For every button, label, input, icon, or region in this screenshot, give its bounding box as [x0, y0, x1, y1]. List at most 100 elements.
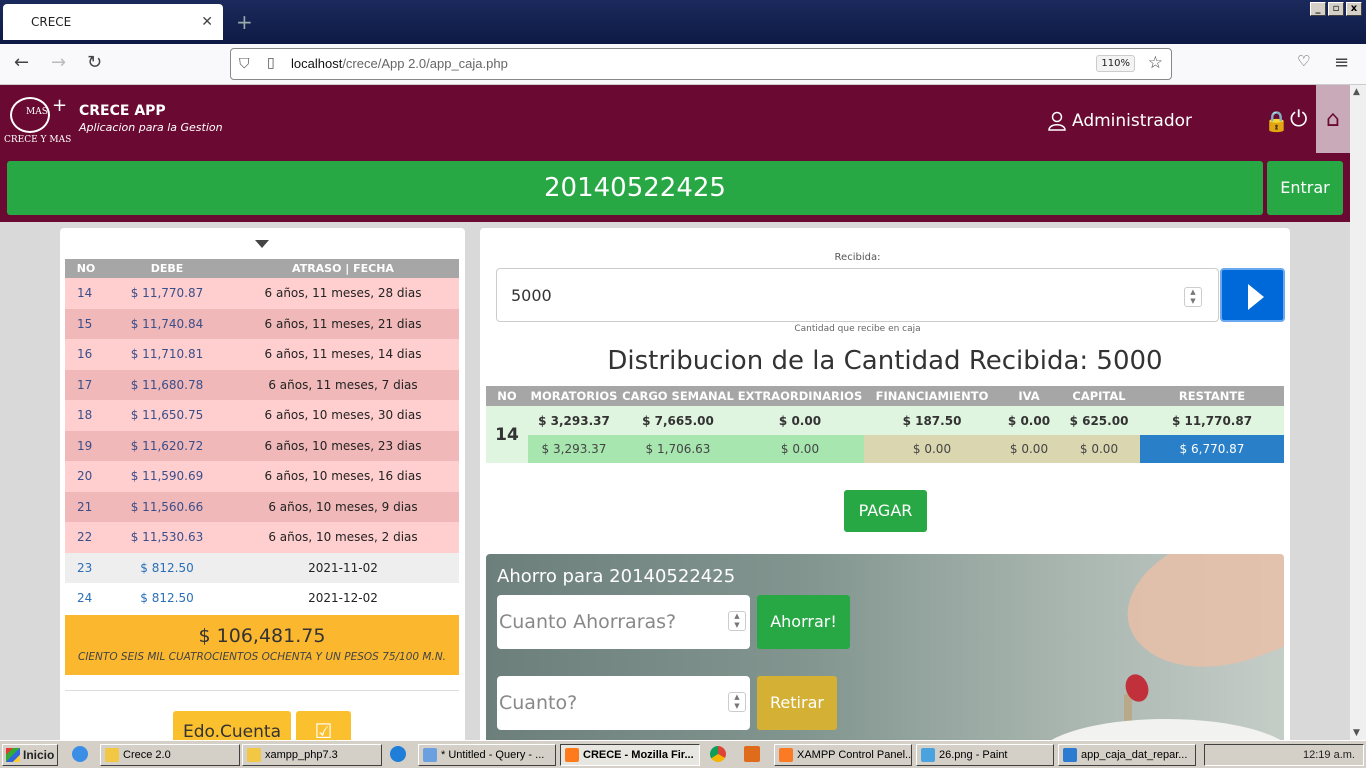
clock: 12:19 a.m.	[1303, 749, 1355, 761]
payment-row[interactable]: 17 $ 11,680.78 6 años, 11 meses, 7 dias	[65, 369, 459, 400]
payment-debe: $ 11,770.87	[107, 278, 227, 309]
payment-info: 6 años, 11 meses, 28 dias	[227, 278, 459, 309]
taskbar-item-label: xampp_php7.3	[265, 749, 338, 761]
minimize-icon[interactable]: _	[1310, 2, 1326, 16]
payment-no: 20	[65, 461, 107, 492]
savings-section: Ahorro para 20140522425 Cuanto Ahorraras…	[486, 554, 1284, 748]
payment-row[interactable]: 20 $ 11,590.69 6 años, 10 meses, 16 dias	[65, 461, 459, 492]
shield-icon[interactable]: ⛉	[239, 56, 250, 72]
withdraw-button[interactable]: Retirar	[757, 676, 837, 730]
payment-row[interactable]: 24 $ 812.50 2021-12-02	[65, 583, 459, 614]
app-header: MAS + CRECE Y MAS CRECE APP Aplicacion p…	[0, 85, 1350, 155]
dist-paid-cell: $ 6,770.87	[1140, 435, 1284, 463]
user-menu[interactable]: Administrador	[1048, 111, 1192, 131]
reload-icon[interactable]: ↻	[87, 52, 102, 73]
received-stepper[interactable]: ▲ ▼	[1184, 287, 1202, 307]
pocket-icon[interactable]: ♡	[1297, 52, 1310, 70]
payment-row[interactable]: 16 $ 11,710.81 6 años, 11 meses, 14 dias	[65, 339, 459, 370]
payment-row[interactable]: 14 $ 11,770.87 6 años, 11 meses, 28 dias	[65, 278, 459, 309]
enter-button[interactable]: Entrar	[1267, 161, 1343, 215]
restore-icon[interactable]: ▫	[1328, 2, 1344, 16]
start-button[interactable]: Inicio	[2, 744, 58, 766]
payment-row[interactable]: 15 $ 11,740.84 6 años, 11 meses, 21 dias	[65, 308, 459, 339]
received-input[interactable]: 5000 ▲ ▼	[496, 268, 1219, 322]
home-button[interactable]: ⌂	[1316, 85, 1350, 153]
payment-row[interactable]: 18 $ 11,650.75 6 años, 10 meses, 30 dias	[65, 400, 459, 431]
payment-debe: $ 11,710.81	[107, 339, 227, 370]
browser-nav-bar: ← → ↻ ⛉ ▯ localhost/crece/App 2.0/app_ca…	[0, 44, 1366, 85]
save-amount-input[interactable]: Cuanto Ahorraras? ▲ ▼	[497, 595, 750, 649]
lock-icon[interactable]: 🔒	[1264, 109, 1289, 133]
scroll-up-icon[interactable]: ▲	[1353, 87, 1360, 97]
col-atraso: ATRASO | FECHA	[227, 259, 459, 278]
payment-debe: $ 11,560.66	[107, 491, 227, 522]
savings-title: Ahorro para 20140522425	[497, 566, 736, 587]
total-amount: $ 106,481.75	[198, 625, 326, 647]
caret-down-icon[interactable]	[255, 240, 269, 248]
dist-paid-cell: $ 1,706.63	[620, 435, 736, 463]
payment-row[interactable]: 23 $ 812.50 2021-11-02	[65, 552, 459, 583]
taskbar-item[interactable]: app_caja_dat_repar...	[1058, 744, 1196, 766]
taskbar-item[interactable]: * Untitled - Query - ...	[418, 744, 556, 766]
taskbar-item[interactable]: XAMPP Control Panel...	[774, 744, 912, 766]
power-icon[interactable]: ⏻	[1290, 107, 1307, 132]
withdraw-amount-input[interactable]: Cuanto? ▲ ▼	[497, 676, 750, 730]
menu-icon[interactable]: ≡	[1334, 52, 1349, 73]
app-title: CRECE APP	[79, 103, 166, 119]
dist-due-cell: $ 0.00	[1000, 406, 1058, 435]
payment-no: 15	[65, 308, 107, 339]
new-tab-icon[interactable]: +	[236, 10, 253, 34]
payment-row[interactable]: 21 $ 11,560.66 6 años, 10 meses, 9 dias	[65, 491, 459, 522]
payment-row[interactable]: 19 $ 11,620.72 6 años, 10 meses, 23 dias	[65, 430, 459, 461]
chrome-icon[interactable]	[710, 746, 726, 762]
user-icon	[1048, 111, 1066, 131]
close-tab-icon[interactable]: ✕	[201, 14, 213, 30]
edge-icon[interactable]	[390, 746, 406, 762]
dist-due-cell: $ 7,665.00	[620, 406, 736, 435]
url-text[interactable]: localhost/crece/App 2.0/app_caja.php	[291, 56, 508, 71]
logo: MAS + CRECE Y MAS	[4, 95, 72, 145]
payment-no: 22	[65, 522, 107, 553]
payment-no: 16	[65, 339, 107, 370]
address-bar[interactable]: ⛉ ▯ localhost/crece/App 2.0/app_caja.php…	[230, 48, 1172, 80]
payments-table: NO DEBE ATRASO | FECHA 14 $ 11,770.87 6 añ…	[65, 259, 459, 614]
payment-debe: $ 11,590.69	[107, 461, 227, 492]
payment-debe: $ 11,740.84	[107, 308, 227, 339]
taskbar-item[interactable]: xampp_php7.3	[242, 744, 382, 766]
taskbar-item-label: 26.png - Paint	[939, 749, 1008, 761]
dist-col-4: FINANCIAMIENTO	[864, 386, 1000, 406]
page-scrollbar[interactable]: ▲ ▼	[1350, 85, 1366, 740]
dist-col-0: NO	[486, 386, 528, 406]
save-stepper[interactable]: ▲ ▼	[728, 611, 746, 631]
col-debe: DEBE	[107, 259, 227, 278]
scroll-down-icon[interactable]: ▼	[1353, 728, 1360, 738]
taskbar-item[interactable]: Crece 2.0	[100, 744, 240, 766]
dist-due-cell: $ 0.00	[736, 406, 864, 435]
app-icon	[105, 748, 119, 762]
browser-tab[interactable]: CRECE ✕	[3, 4, 223, 40]
ie-icon[interactable]	[72, 746, 88, 762]
taskbar-item-label: XAMPP Control Panel...	[797, 749, 912, 761]
window-controls: _ ▫ x	[1310, 2, 1362, 16]
dist-paid-cell: $ 0.00	[736, 435, 864, 463]
taskbar-item[interactable]: 26.png - Paint	[916, 744, 1054, 766]
apply-amount-button[interactable]	[1220, 268, 1285, 322]
taskbar-item[interactable]: CRECE - Mozilla Fir...	[560, 744, 700, 766]
dist-col-1: MORATORIOS	[528, 386, 620, 406]
page-icon: ▯	[267, 55, 275, 71]
forward-icon[interactable]: →	[51, 52, 66, 73]
app-icon	[247, 748, 261, 762]
sublime-icon[interactable]	[744, 746, 760, 762]
close-window-icon[interactable]: x	[1346, 2, 1362, 16]
pay-button[interactable]: PAGAR	[844, 490, 927, 532]
back-icon[interactable]: ←	[14, 52, 29, 73]
bookmark-star-icon[interactable]: ☆	[1148, 53, 1163, 73]
total-words: CIENTO SEIS MIL CUATROCIENTOS OCHENTA Y …	[77, 651, 447, 663]
save-button[interactable]: Ahorrar!	[757, 595, 850, 649]
payment-debe: $ 11,680.78	[107, 369, 227, 400]
zoom-level[interactable]: 110%	[1096, 55, 1135, 72]
account-number-field[interactable]: 20140522425	[7, 161, 1263, 215]
system-tray: 12:19 a.m.	[1204, 744, 1364, 766]
withdraw-stepper[interactable]: ▲ ▼	[728, 692, 746, 712]
payment-row[interactable]: 22 $ 11,530.63 6 años, 10 meses, 2 dias	[65, 522, 459, 553]
